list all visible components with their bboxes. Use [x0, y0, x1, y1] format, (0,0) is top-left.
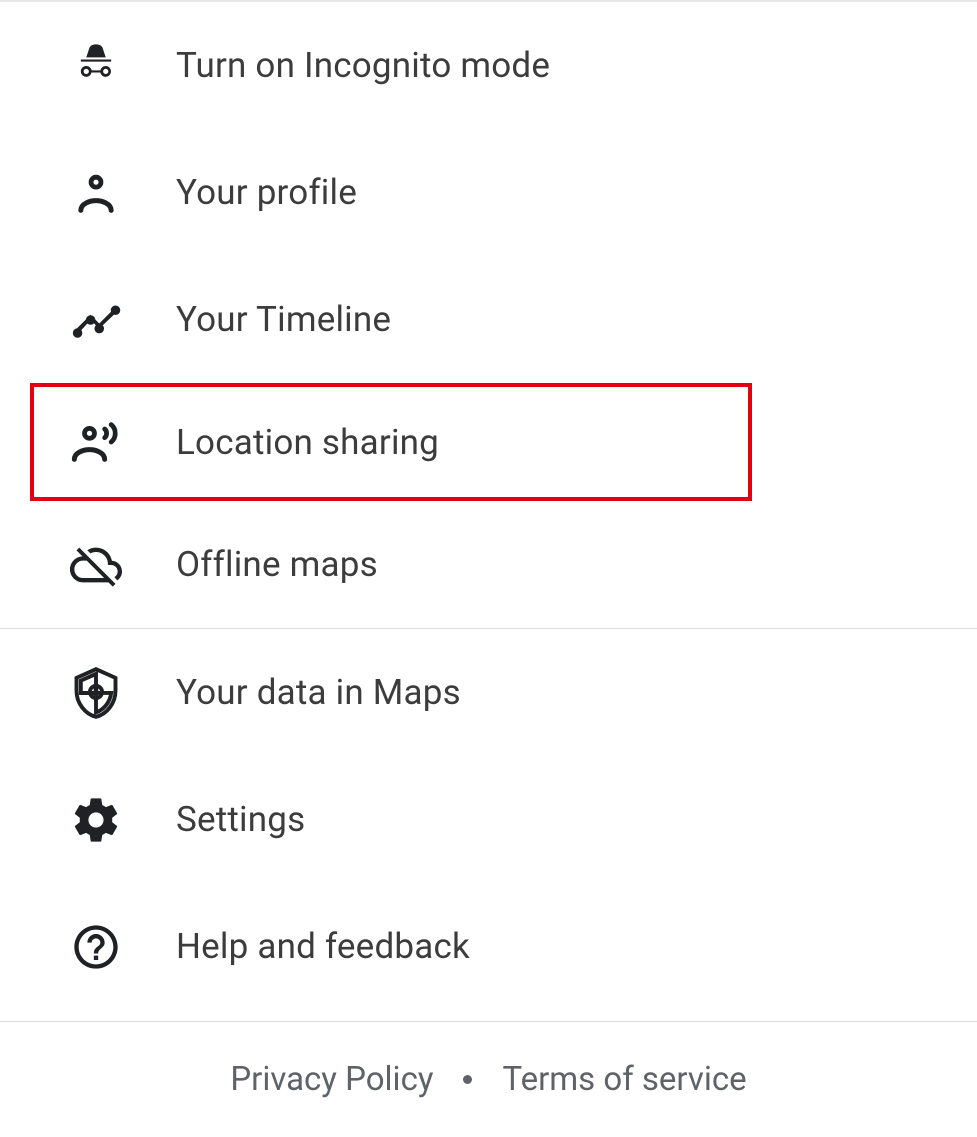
gear-icon [66, 790, 126, 850]
incognito-icon [66, 36, 126, 96]
menu-item-your-data[interactable]: Your data in Maps [0, 629, 977, 756]
menu-item-location-sharing[interactable]: Location sharing [30, 383, 752, 501]
menu-item-timeline[interactable]: Your Timeline [0, 256, 977, 383]
menu-item-settings[interactable]: Settings [0, 756, 977, 883]
menu-item-label: Offline maps [176, 544, 378, 585]
person-icon [66, 163, 126, 223]
menu-item-incognito[interactable]: Turn on Incognito mode [0, 2, 977, 129]
privacy-policy-link[interactable]: Privacy Policy [230, 1060, 433, 1099]
location-sharing-icon [66, 412, 126, 472]
footer-separator [463, 1075, 472, 1084]
menu-item-label: Help and feedback [176, 926, 470, 967]
terms-of-service-link[interactable]: Terms of service [502, 1060, 746, 1099]
menu-item-label: Your data in Maps [176, 672, 461, 713]
menu-item-offline-maps[interactable]: Offline maps [0, 501, 977, 628]
menu-item-label: Location sharing [176, 422, 439, 463]
menu-list: Turn on Incognito mode Your profile Your… [0, 2, 977, 1021]
timeline-icon [66, 290, 126, 350]
menu-item-label: Your profile [176, 172, 357, 213]
menu-item-label: Your Timeline [176, 299, 391, 340]
help-icon [66, 917, 126, 977]
cloud-off-icon [66, 535, 126, 595]
menu-item-label: Turn on Incognito mode [176, 45, 550, 86]
menu-item-profile[interactable]: Your profile [0, 129, 977, 256]
menu-item-label: Settings [176, 799, 305, 840]
menu-item-help[interactable]: Help and feedback [0, 883, 977, 1010]
footer: Privacy Policy Terms of service [0, 1022, 977, 1137]
shield-icon [66, 663, 126, 723]
